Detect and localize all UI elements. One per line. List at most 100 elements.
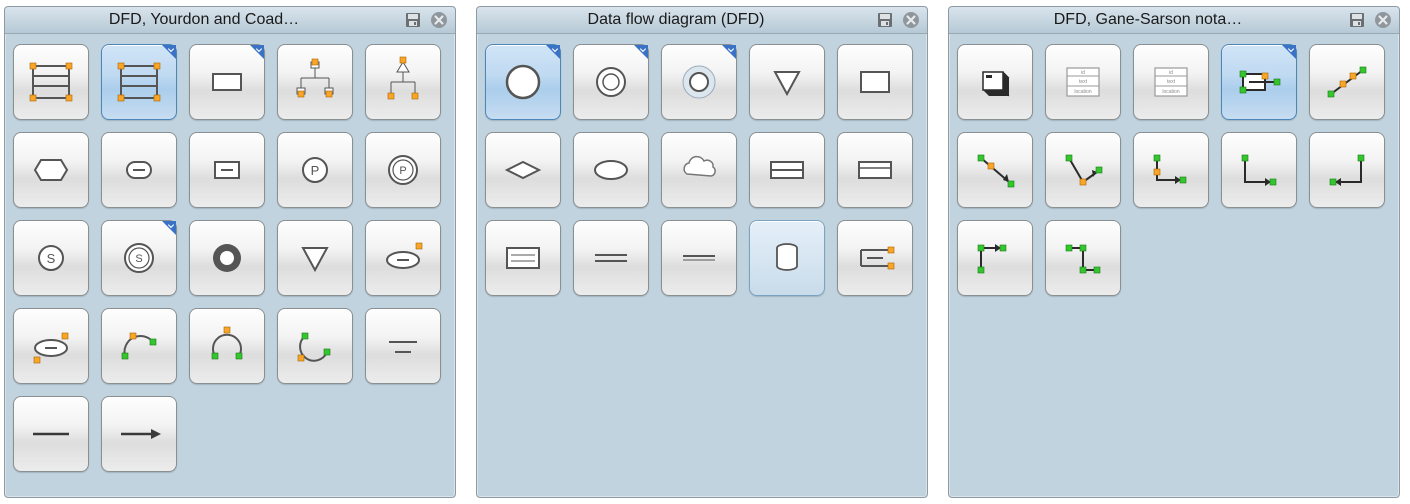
shape-table-small[interactable]: idtextlocation xyxy=(1045,44,1121,120)
shape-rect-split-h2[interactable] xyxy=(837,132,913,208)
shape-glyph xyxy=(23,142,79,198)
shape-glyph xyxy=(495,54,551,110)
shape-glyph: S xyxy=(23,230,79,286)
shape-line-arrow[interactable] xyxy=(101,396,177,472)
shape-round-rect-dash[interactable] xyxy=(101,132,177,208)
panel-titlebar[interactable]: DFD, Yourdon and Coad… xyxy=(5,7,455,34)
save-button[interactable] xyxy=(875,10,895,30)
shape-glyph xyxy=(199,142,255,198)
shape-glyph xyxy=(1319,142,1375,198)
shape-rect-plain[interactable] xyxy=(837,44,913,120)
shape-triple-lines[interactable] xyxy=(485,220,561,296)
panel-title: DFD, Gane-Sarson nota… xyxy=(955,11,1341,29)
shape-line-plain[interactable] xyxy=(13,396,89,472)
shape-glyph xyxy=(967,230,1023,286)
shape-circle-s[interactable]: S xyxy=(13,220,89,296)
shape-glyph xyxy=(375,318,431,374)
shape-connector-2[interactable] xyxy=(1045,132,1121,208)
shape-ellipse-dash-handle2[interactable] xyxy=(13,308,89,384)
shape-single-line[interactable] xyxy=(661,220,737,296)
shape-connector-6[interactable] xyxy=(957,220,1033,296)
close-button[interactable] xyxy=(1373,10,1393,30)
save-button[interactable] xyxy=(1347,10,1367,30)
shape-glyph xyxy=(287,230,343,286)
shape-glyph xyxy=(199,54,255,110)
shape-circle-p[interactable]: P xyxy=(277,132,353,208)
shape-glyph xyxy=(1319,54,1375,110)
stencil-panel: DFD, Gane-Sarson nota… idtextlocation idte… xyxy=(948,6,1400,498)
shape-connector-5[interactable] xyxy=(1309,132,1385,208)
shape-diag-line-handles[interactable] xyxy=(1309,44,1385,120)
shape-glyph xyxy=(671,142,727,198)
shape-connector-1[interactable] xyxy=(957,132,1033,208)
shape-data-store-2[interactable] xyxy=(101,44,177,120)
save-button[interactable] xyxy=(403,10,423,30)
shape-glyph xyxy=(759,142,815,198)
shape-rect-page[interactable] xyxy=(189,44,265,120)
shape-rect-dash[interactable] xyxy=(189,132,265,208)
save-icon xyxy=(1349,12,1365,28)
shape-glyph xyxy=(1143,142,1199,198)
shape-glyph xyxy=(847,142,903,198)
shape-glyph xyxy=(111,54,167,110)
shape-rect-split-h[interactable] xyxy=(749,132,825,208)
shape-connector-7[interactable] xyxy=(1045,220,1121,296)
shape-circle-s-ring[interactable]: S xyxy=(101,220,177,296)
shape-arc-handles-3[interactable] xyxy=(277,308,353,384)
shape-glyph: idtextlocation xyxy=(1143,54,1199,110)
shape-glyph xyxy=(1231,142,1287,198)
shape-glyph xyxy=(967,54,1023,110)
shape-open-rect[interactable] xyxy=(837,220,913,296)
close-button[interactable] xyxy=(901,10,921,30)
shape-cube-dark[interactable] xyxy=(957,44,1033,120)
shape-glyph xyxy=(199,230,255,286)
shape-triangle-down[interactable] xyxy=(277,220,353,296)
shape-diamond[interactable] xyxy=(485,132,561,208)
shape-double-lines[interactable] xyxy=(573,220,649,296)
shape-arc-handles[interactable] xyxy=(101,308,177,384)
shape-glyph xyxy=(199,318,255,374)
shape-cloud[interactable] xyxy=(661,132,737,208)
shape-two-lines[interactable] xyxy=(365,308,441,384)
shape-ellipse-solid[interactable] xyxy=(573,132,649,208)
shape-ellipse-dash-handle[interactable] xyxy=(365,220,441,296)
shape-glyph xyxy=(23,318,79,374)
shape-hierarchy-tri[interactable] xyxy=(365,44,441,120)
svg-text:S: S xyxy=(135,253,142,265)
shape-glyph xyxy=(759,230,815,286)
shape-data-store-1[interactable] xyxy=(13,44,89,120)
close-button[interactable] xyxy=(429,10,449,30)
shape-connector-3[interactable] xyxy=(1133,132,1209,208)
shape-connector-4[interactable] xyxy=(1221,132,1297,208)
save-icon xyxy=(877,12,893,28)
shape-glyph: P xyxy=(287,142,343,198)
close-icon xyxy=(430,11,448,29)
svg-text:P: P xyxy=(399,165,406,177)
shape-triangle-down[interactable] xyxy=(749,44,825,120)
svg-text:id: id xyxy=(1081,70,1085,76)
shape-big-circle[interactable] xyxy=(485,44,561,120)
shape-glyph xyxy=(287,318,343,374)
shape-donut-glow[interactable] xyxy=(661,44,737,120)
shape-glyph xyxy=(375,230,431,286)
shape-glyph xyxy=(1055,142,1111,198)
shape-arc-handles-2[interactable] xyxy=(189,308,265,384)
shape-circle-p-ring[interactable]: P xyxy=(365,132,441,208)
shape-grid xyxy=(477,34,927,306)
svg-text:P: P xyxy=(311,163,320,178)
shape-donut-thin[interactable] xyxy=(573,44,649,120)
shape-table-small-2[interactable]: idtextlocation xyxy=(1133,44,1209,120)
save-icon xyxy=(405,12,421,28)
shape-glyph xyxy=(111,406,167,462)
shape-glyph xyxy=(847,54,903,110)
shape-donut-thick[interactable] xyxy=(189,220,265,296)
shape-cylinder[interactable] xyxy=(749,220,825,296)
panel-titlebar[interactable]: DFD, Gane-Sarson nota… xyxy=(949,7,1399,34)
svg-text:S: S xyxy=(47,251,56,266)
shape-hierarchy[interactable] xyxy=(277,44,353,120)
shape-hexagon[interactable] xyxy=(13,132,89,208)
shape-glyph xyxy=(583,142,639,198)
shape-rect-line-handles[interactable] xyxy=(1221,44,1297,120)
panel-titlebar[interactable]: Data flow diagram (DFD) xyxy=(477,7,927,34)
shape-glyph xyxy=(583,54,639,110)
